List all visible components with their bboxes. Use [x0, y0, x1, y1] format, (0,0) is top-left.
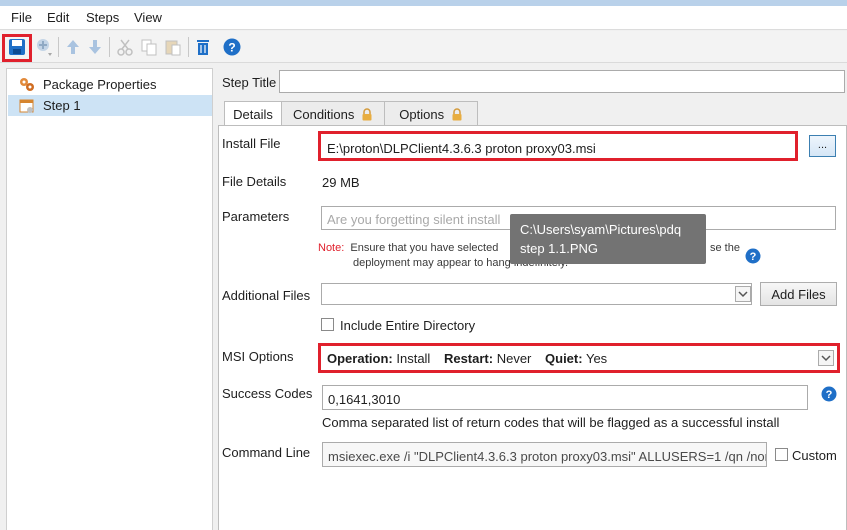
toolbar-separator — [58, 37, 59, 57]
tab-details[interactable]: Details — [224, 101, 282, 128]
install-file-label: Install File — [222, 136, 281, 151]
step-editor: Step Title Details Conditions Options In… — [214, 68, 847, 530]
command-line-label: Command Line — [222, 445, 311, 460]
deploy-icon[interactable] — [35, 37, 55, 57]
install-file-highlight — [318, 131, 798, 161]
tree-item-step-1[interactable]: Step 1 — [8, 95, 212, 116]
custom-checkbox[interactable] — [775, 448, 788, 461]
tab-label: Details — [233, 107, 273, 122]
tree-item-package-properties[interactable]: Package Properties — [8, 74, 212, 95]
menu-bar: File Edit Steps View — [0, 6, 847, 30]
success-codes-input[interactable]: 0,1641,3010 — [322, 385, 808, 410]
cut-icon[interactable] — [115, 37, 135, 57]
step-title-input[interactable] — [279, 70, 845, 93]
help-icon[interactable]: ? — [745, 248, 761, 264]
menu-steps[interactable]: Steps — [86, 10, 119, 25]
msi-options-highlight — [318, 343, 840, 373]
step-icon — [18, 97, 36, 115]
help-icon[interactable]: ? — [821, 386, 837, 402]
success-codes-label: Success Codes — [222, 386, 313, 401]
include-directory-label: Include Entire Directory — [340, 318, 476, 333]
svg-text:?: ? — [750, 251, 757, 263]
move-down-icon[interactable] — [85, 37, 105, 57]
lock-icon — [361, 108, 373, 124]
note-text-end: se the — [710, 242, 740, 254]
menu-file[interactable]: File — [11, 10, 32, 25]
file-size-value: 29 MB — [322, 175, 360, 190]
msi-options-label: MSI Options — [222, 349, 294, 364]
additional-files-combo[interactable] — [321, 283, 752, 305]
success-codes-hint: Comma separated list of return codes tha… — [322, 415, 780, 430]
paste-icon[interactable] — [163, 37, 183, 57]
include-directory-checkbox[interactable] — [321, 318, 334, 331]
svg-text:?: ? — [826, 389, 833, 401]
additional-files-label: Additional Files — [222, 288, 311, 303]
custom-label: Custom — [792, 448, 837, 463]
file-path-tooltip: C:\Users\syam\Pictures\pdq step 1.1.PNG — [510, 214, 706, 264]
move-up-icon[interactable] — [63, 37, 83, 57]
tab-label: Conditions — [292, 107, 355, 122]
toolbar-separator — [109, 37, 110, 57]
parameters-label: Parameters — [222, 209, 290, 224]
package-properties-icon — [18, 76, 36, 94]
browse-button[interactable]: ... — [809, 135, 836, 157]
step-tree: Package Properties Step 1 — [6, 68, 213, 530]
delete-icon[interactable] — [193, 37, 213, 57]
svg-text:?: ? — [228, 41, 235, 55]
tab-conditions[interactable]: Conditions — [281, 101, 385, 127]
save-highlight — [2, 34, 32, 62]
tooltip-line-1: C:\Users\syam\Pictures\pdq — [520, 222, 682, 237]
note-label: Note: — [318, 242, 345, 254]
note-text-start: Ensure that you have selected — [350, 242, 499, 254]
tooltip-line-2: step 1.1.PNG — [520, 241, 599, 256]
step-title-label: Step Title — [222, 75, 277, 90]
menu-edit[interactable]: Edit — [47, 10, 69, 25]
command-line-input[interactable]: msiexec.exe /i "DLPClient4.3.6.3 proton … — [322, 442, 767, 467]
copy-icon[interactable] — [139, 37, 159, 57]
toolbar: ? — [0, 31, 847, 63]
lock-icon — [451, 108, 463, 124]
tree-item-label: Package Properties — [43, 77, 157, 92]
details-panel — [218, 125, 847, 530]
tab-options[interactable]: Options — [384, 101, 478, 127]
tree-item-label: Step 1 — [43, 98, 81, 113]
note-line-1: Note: Ensure that you have selected — [318, 242, 498, 254]
toolbar-separator — [188, 37, 189, 57]
tab-label: Options — [399, 107, 445, 122]
menu-view[interactable]: View — [134, 10, 162, 25]
add-files-button[interactable]: Add Files — [760, 282, 837, 306]
parameters-placeholder: Are you forgetting silent install — [327, 212, 501, 227]
file-details-label: File Details — [222, 174, 287, 189]
chevron-down-icon[interactable] — [735, 286, 751, 302]
help-icon[interactable]: ? — [222, 37, 242, 57]
